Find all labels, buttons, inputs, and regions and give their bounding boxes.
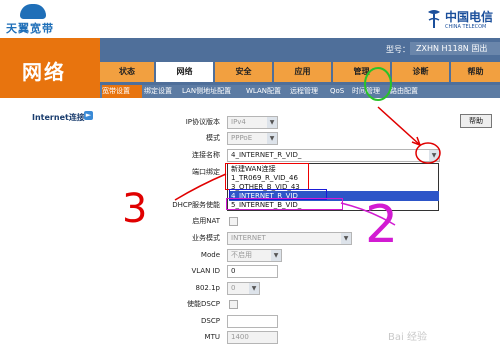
- sidebar-item-internet[interactable]: Internet连接: [32, 112, 85, 123]
- ip-version-row: IP协议版本: [105, 116, 220, 128]
- vlan-id-row: VLAN ID: [105, 265, 220, 277]
- connection-name-label: 连接名称: [192, 151, 220, 159]
- annotation-red-box: [225, 163, 309, 190]
- submenu-route[interactable]: 路由配置: [390, 85, 428, 98]
- dot1p-row: 802.1p: [105, 282, 220, 294]
- tianyi-mark-icon: [20, 4, 46, 19]
- chevron-down-icon[interactable]: ▼: [429, 150, 439, 161]
- dscp-enable-label: 使能DSCP: [187, 300, 220, 308]
- dot1p-select[interactable]: 0 ▼: [227, 282, 260, 295]
- mode-select[interactable]: PPPoE ▼: [227, 132, 278, 145]
- ip-version-label: IP协议版本: [185, 118, 220, 126]
- tab-help[interactable]: 帮助: [451, 62, 500, 82]
- submenu-binding[interactable]: 绑定设置: [144, 85, 180, 98]
- sidebar: Internet连接 ►: [0, 98, 100, 350]
- dscp-row: DSCP: [105, 315, 220, 327]
- help-button[interactable]: 帮助: [460, 114, 492, 128]
- help-column: [458, 98, 500, 350]
- mode-label: 模式: [206, 134, 220, 142]
- chevron-down-icon: ▼: [341, 233, 351, 244]
- dot1p-value: 0: [231, 284, 236, 292]
- dscp-label: DSCP: [201, 317, 220, 325]
- watermark: Bai 经验: [388, 332, 427, 343]
- tab-status[interactable]: 状态: [100, 62, 154, 82]
- china-telecom-logo: 中国电信 CHINA TELECOM: [425, 6, 495, 34]
- annotation-magenta-box: [226, 198, 343, 210]
- service-mode-row: 业务模式: [105, 232, 220, 244]
- vlan-id-label: VLAN ID: [191, 267, 220, 275]
- service-mode-select[interactable]: INTERNET ▼: [227, 232, 352, 245]
- content-area: IP协议版本 IPv4 ▼ 模式 PPPoE ▼ 连接名称 4_INTERNET…: [105, 98, 455, 350]
- service-mode-value: INTERNET: [231, 234, 266, 242]
- submenu-lan[interactable]: LAN侧地址配置: [182, 85, 244, 98]
- tianyi-logo-text: 天翼宽带: [6, 22, 54, 35]
- ip-version-select[interactable]: IPv4 ▼: [227, 116, 278, 129]
- submenu-wlan[interactable]: WLAN配置: [246, 85, 288, 98]
- ip-version-value: IPv4: [231, 118, 246, 126]
- vlan-id-input[interactable]: 0: [227, 265, 278, 278]
- tab-diagnostics[interactable]: 诊断: [392, 62, 449, 82]
- section-title-box: 网络: [0, 38, 100, 98]
- dot1p-label: 802.1p: [195, 284, 220, 292]
- nat-checkbox[interactable]: [229, 217, 238, 226]
- nat-row: 启用NAT: [105, 215, 220, 227]
- vlan-mode-value: 不启用: [231, 251, 252, 259]
- mtu-input[interactable]: 1400: [227, 331, 278, 344]
- device-model-value: ZXHN H118N 固出: [410, 42, 500, 55]
- tab-network[interactable]: 网络: [156, 62, 213, 82]
- dscp-input[interactable]: [227, 315, 278, 328]
- connection-name-select[interactable]: 4_INTERNET_R_VID_ ▼: [227, 149, 440, 162]
- mtu-row: MTU: [105, 331, 220, 343]
- mtu-label: MTU: [204, 333, 220, 341]
- submenu-broadband[interactable]: 宽带设置: [102, 85, 142, 98]
- dhcp-row: DHCP服务使能: [105, 199, 220, 211]
- connection-name-value: 4_INTERNET_R_VID_: [231, 151, 302, 159]
- mtu-value: 1400: [231, 333, 249, 341]
- vlan-id-value: 0: [231, 267, 236, 275]
- port-binding-label: 端口绑定: [192, 168, 220, 176]
- top-bar: 天翼宽带 中国电信 CHINA TELECOM: [0, 0, 500, 38]
- chevron-down-icon: ▼: [271, 250, 281, 261]
- connection-name-row: 连接名称: [105, 149, 220, 161]
- submenu-remote[interactable]: 远程管理: [290, 85, 328, 98]
- submenu-qos[interactable]: QoS: [330, 85, 350, 98]
- nat-label: 启用NAT: [192, 217, 220, 225]
- page-title: 网络: [22, 60, 66, 84]
- port-binding-row: 端口绑定: [105, 166, 220, 178]
- mode-value: PPPoE: [231, 134, 253, 142]
- vlan-mode-select[interactable]: 不启用 ▼: [227, 249, 282, 262]
- tab-application[interactable]: 应用: [274, 62, 331, 82]
- tab-security[interactable]: 安全: [215, 62, 272, 82]
- service-mode-label: 业务模式: [192, 234, 220, 242]
- arrow-right-icon: ►: [84, 111, 93, 120]
- sub-menu: 宽带设置 绑定设置 LAN侧地址配置 WLAN配置 远程管理 QoS 时间管理 …: [100, 85, 500, 98]
- china-telecom-text: 中国电信: [445, 10, 494, 24]
- chevron-down-icon: ▼: [267, 117, 277, 128]
- submenu-time[interactable]: 时间管理: [352, 85, 388, 98]
- china-telecom-en-text: CHINA TELECOM: [445, 24, 487, 30]
- mode-row: 模式: [105, 132, 220, 144]
- main-menu: 状态 网络 安全 应用 管理 诊断 帮助: [100, 62, 500, 82]
- tianyi-logo: 天翼宽带: [6, 4, 76, 35]
- device-model-label: 型号：: [386, 45, 410, 54]
- dhcp-label: DHCP服务使能: [172, 201, 220, 209]
- vlan-mode-row: Mode: [105, 249, 220, 261]
- chevron-down-icon: ▼: [249, 283, 259, 294]
- chevron-down-icon: ▼: [267, 133, 277, 144]
- vlan-mode-label: Mode: [200, 251, 220, 259]
- tab-management[interactable]: 管理: [333, 62, 390, 82]
- china-telecom-icon: [428, 10, 440, 28]
- dscp-checkbox[interactable]: [229, 300, 238, 309]
- dscp-enable-row: 使能DSCP: [105, 298, 220, 310]
